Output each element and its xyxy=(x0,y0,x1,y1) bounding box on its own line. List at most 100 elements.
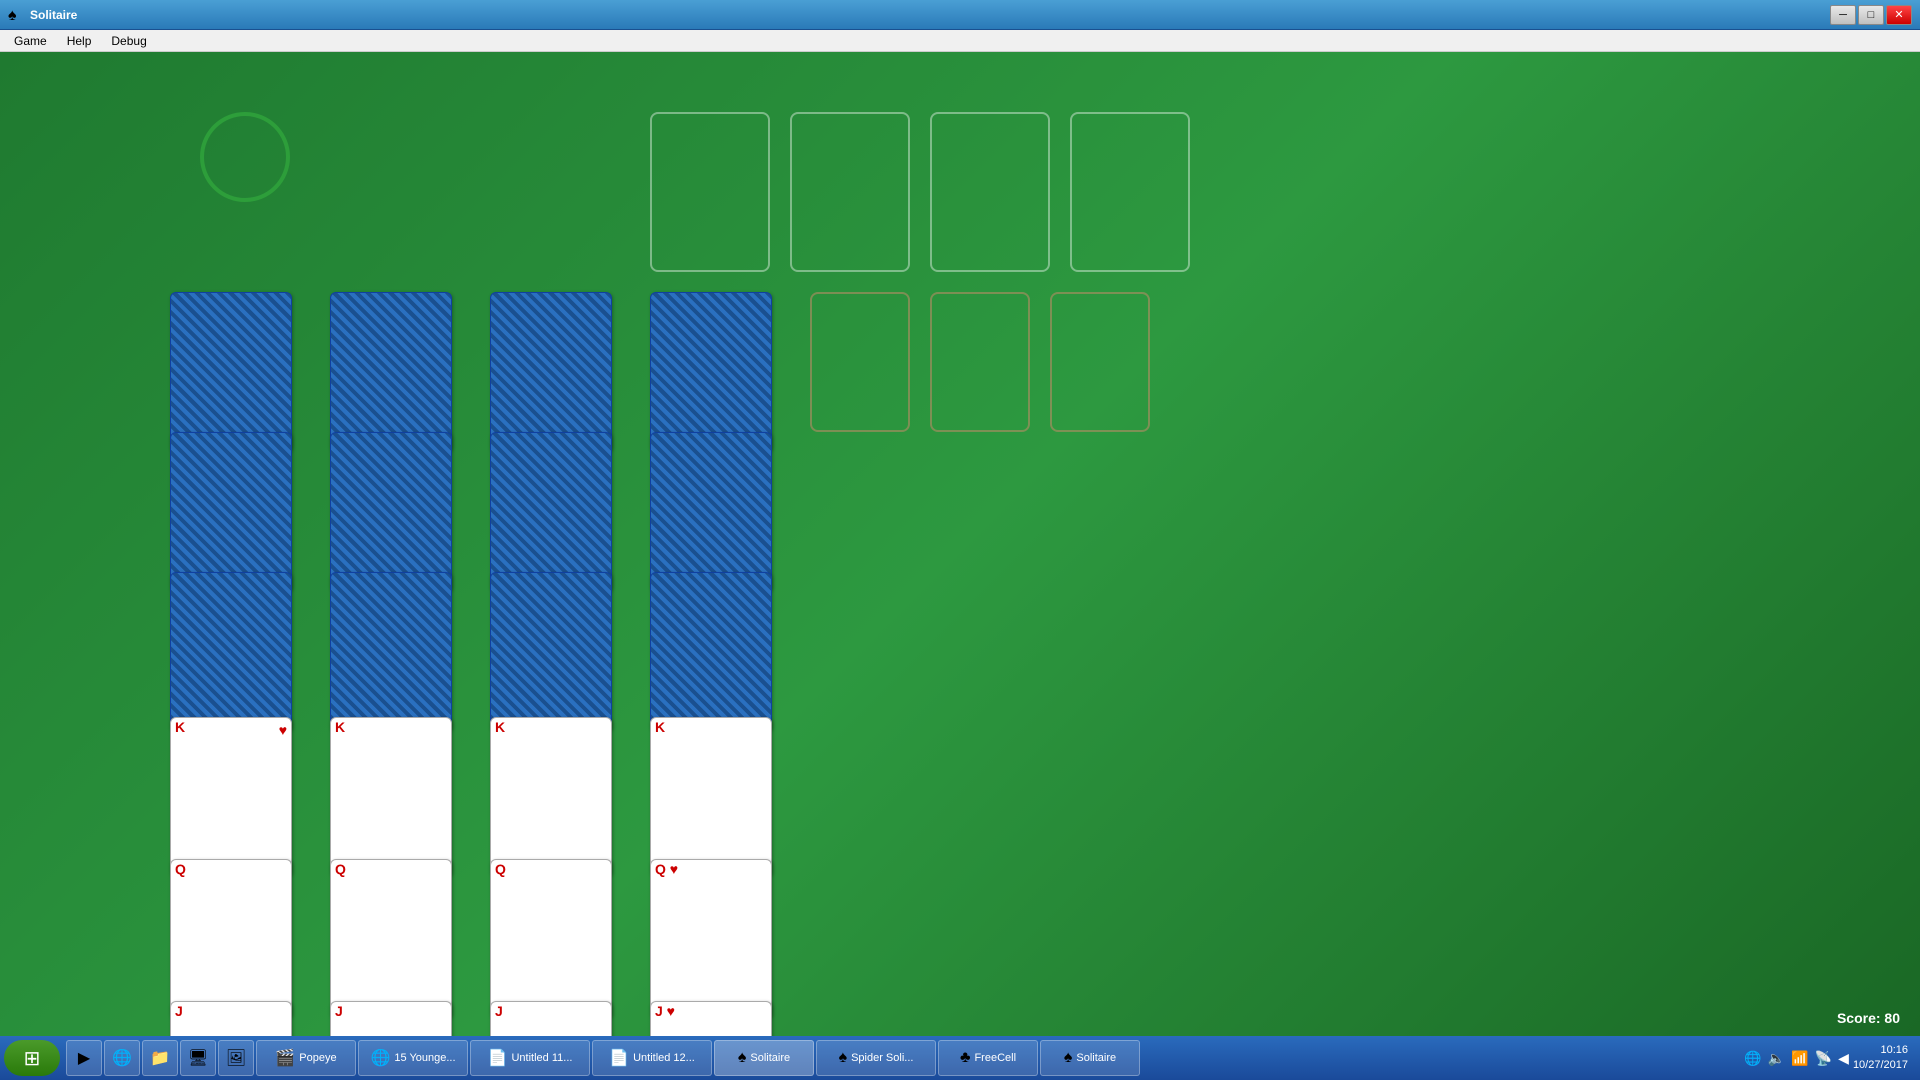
card-facedown xyxy=(170,432,292,592)
card-rank: K xyxy=(651,718,771,736)
taskbar-photos[interactable]: 🖼 xyxy=(218,1040,254,1076)
column-3-stack[interactable]: K Q J 10 ♣♣♣ 9 ▲▲ 8 ♣♣ xyxy=(490,292,620,1036)
menu-game[interactable]: Game xyxy=(4,32,57,50)
taskbar-solitaire2-label: Solitaire xyxy=(1076,1052,1116,1064)
minimize-button[interactable]: ─ xyxy=(1830,5,1856,25)
card-facedown xyxy=(170,572,292,732)
card-k-clubs[interactable]: K xyxy=(650,717,772,877)
solitaire-icon: ♠ xyxy=(738,1049,747,1067)
card-facedown xyxy=(490,292,612,452)
taskbar-solitaire[interactable]: ♠ Solitaire xyxy=(714,1040,814,1076)
extra-slot-2[interactable] xyxy=(930,292,1030,432)
card-q-spades[interactable]: Q xyxy=(330,859,452,1019)
card-k-diamonds[interactable]: K xyxy=(490,717,612,877)
card-rank: K xyxy=(171,718,291,736)
card-k-hearts[interactable]: K ♥ xyxy=(170,717,292,877)
menu-help[interactable]: Help xyxy=(57,32,102,50)
systray-icons: 🌐 🔈 📶 📡 ◀ xyxy=(1744,1050,1849,1067)
card-rank: K xyxy=(331,718,451,736)
foundation-slot-3[interactable] xyxy=(930,112,1050,272)
card-q-clubs[interactable]: Q ♥ xyxy=(650,859,772,1019)
card-rank: J xyxy=(171,1002,291,1020)
card-column-2: K Q J 10 ▲▲ 9 ♣♣ 8 ▲▲ xyxy=(330,292,460,1036)
card-rank: J ♥ xyxy=(651,1002,771,1020)
title-bar: ♠ Solitaire ─ □ ✕ xyxy=(0,0,1920,30)
card-column-1: K ♥ Q J 10 ♣♣♣ 9 ♥♥ xyxy=(170,292,300,1036)
close-button[interactable]: ✕ xyxy=(1886,5,1912,25)
taskbar-terminal[interactable]: 🖥 xyxy=(180,1040,216,1076)
taskbar-ie-label: 15 Younge... xyxy=(394,1052,455,1064)
folder-icon: 📁 xyxy=(150,1048,170,1068)
card-k-spades[interactable]: K xyxy=(330,717,452,877)
taskbar-globe[interactable]: 🌐 xyxy=(104,1040,140,1076)
window: ♠ Solitaire ─ □ ✕ Game Help Debug xyxy=(0,0,1920,1080)
card-facedown xyxy=(170,292,292,452)
spider-icon: ♠ xyxy=(839,1049,848,1067)
card-facedown xyxy=(490,432,612,592)
foundation-slot-1[interactable] xyxy=(650,112,770,272)
clock-time: 10:16 xyxy=(1853,1043,1908,1058)
taskbar-untitled11-label: Untitled 11... xyxy=(511,1052,572,1064)
column-1-stack[interactable]: K ♥ Q J 10 ♣♣♣ 9 ♥♥ xyxy=(170,292,300,1036)
game-area: K ♥ Q J 10 ♣♣♣ 9 ♥♥ xyxy=(0,52,1920,1036)
card-q-diamonds[interactable]: Q xyxy=(490,859,612,1019)
card-facedown xyxy=(650,292,772,452)
card-facedown xyxy=(490,572,612,732)
maximize-button[interactable]: □ xyxy=(1858,5,1884,25)
window-icon: ♠ xyxy=(8,7,24,23)
taskbar-solitaire-label: Solitaire xyxy=(750,1052,790,1064)
ie-icon: 🌐 xyxy=(370,1048,390,1068)
extra-slot-1[interactable] xyxy=(810,292,910,432)
taskbar-media-player[interactable]: ▶ xyxy=(66,1040,102,1076)
card-column-4: K Q ♥ J ♥ 10 ♥♥ 9 ▲▲ 8 ▲▲ xyxy=(650,292,780,1036)
doc2-icon: 📄 xyxy=(609,1048,629,1068)
card-j-diamonds[interactable]: J xyxy=(490,1001,612,1036)
extra-slot-3[interactable] xyxy=(1050,292,1150,432)
stock-pile[interactable] xyxy=(200,112,290,202)
doc1-icon: 📄 xyxy=(488,1048,508,1068)
taskbar-ie[interactable]: 🌐 15 Younge... xyxy=(358,1040,468,1076)
popeye-icon: 🎬 xyxy=(275,1048,295,1068)
terminal-icon: 🖥 xyxy=(188,1048,208,1068)
taskbar-untitled11[interactable]: 📄 Untitled 11... xyxy=(470,1040,590,1076)
foundation-slot-2[interactable] xyxy=(790,112,910,272)
window-controls: ─ □ ✕ xyxy=(1830,5,1912,25)
card-rank: Q xyxy=(331,860,451,878)
network-icon[interactable]: 🌐 xyxy=(1744,1050,1761,1067)
foundation-slot-4[interactable] xyxy=(1070,112,1190,272)
column-2-stack[interactable]: K Q J 10 ▲▲ 9 ♣♣ 8 ▲▲ xyxy=(330,292,460,1036)
score-display: Score: 80 xyxy=(1837,1010,1900,1026)
taskbar-folder[interactable]: 📁 xyxy=(142,1040,178,1076)
card-facedown xyxy=(330,432,452,592)
card-j-clubs[interactable]: J ♥ xyxy=(650,1001,772,1036)
card-rank: K xyxy=(491,718,611,736)
solitaire2-icon: ♠ xyxy=(1064,1049,1073,1067)
column-4-stack[interactable]: K Q ♥ J ♥ 10 ♥♥ 9 ▲▲ 8 ▲▲ xyxy=(650,292,780,1036)
taskbar-freecell[interactable]: ♣ FreeCell xyxy=(938,1040,1038,1076)
card-q-hearts[interactable]: Q xyxy=(170,859,292,1019)
speaker-icon[interactable]: 🔈 xyxy=(1768,1050,1785,1067)
photos-icon: 🖼 xyxy=(226,1048,246,1068)
card-facedown xyxy=(330,292,452,452)
system-tray: 🌐 🔈 📶 📡 ◀ 10:16 10/27/2017 xyxy=(1736,1043,1916,1074)
card-facedown xyxy=(650,572,772,732)
wifi-icon[interactable]: 📡 xyxy=(1815,1050,1832,1067)
taskbar-solitaire2[interactable]: ♠ Solitaire xyxy=(1040,1040,1140,1076)
card-j-spades[interactable]: J xyxy=(330,1001,452,1036)
card-facedown xyxy=(330,572,452,732)
taskbar-untitled12[interactable]: 📄 Untitled 12... xyxy=(592,1040,712,1076)
windows-logo: ⊞ xyxy=(24,1046,41,1071)
media-play-icon: ▶ xyxy=(78,1048,90,1068)
globe-icon: 🌐 xyxy=(112,1048,132,1068)
taskbar-spider-label: Spider Soli... xyxy=(851,1052,913,1064)
chevron-left-icon[interactable]: ◀ xyxy=(1838,1050,1849,1067)
taskbar-spider[interactable]: ♠ Spider Soli... xyxy=(816,1040,936,1076)
start-button[interactable]: ⊞ xyxy=(4,1040,60,1076)
taskbar-popeye[interactable]: 🎬 Popeye xyxy=(256,1040,356,1076)
clock-display[interactable]: 10:16 10/27/2017 xyxy=(1853,1043,1908,1074)
foundation-slots-top xyxy=(650,112,1190,272)
card-j-hearts[interactable]: J xyxy=(170,1001,292,1036)
menu-debug[interactable]: Debug xyxy=(101,32,156,50)
card-rank: Q ♥ xyxy=(651,860,771,878)
taskbar-freecell-label: FreeCell xyxy=(974,1052,1016,1064)
